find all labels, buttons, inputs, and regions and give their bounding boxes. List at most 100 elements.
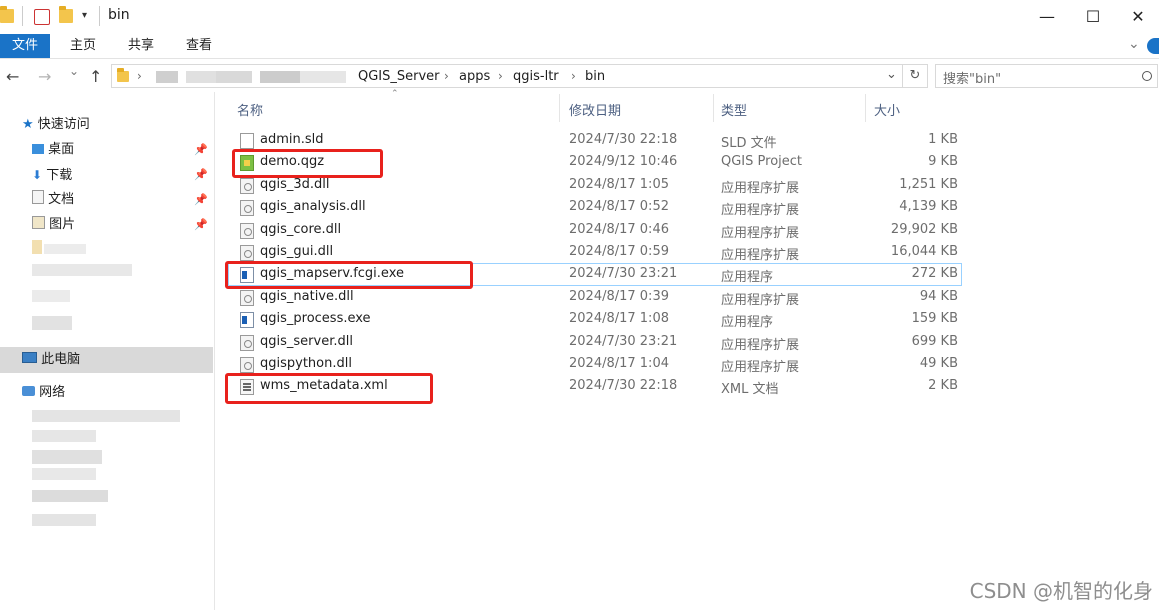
maximize-button[interactable]: ☐ (1070, 0, 1116, 34)
file-modified-date: 2024/8/17 1:05 (569, 177, 669, 192)
file-name: qgis_analysis.dll (260, 199, 366, 214)
file-type: 应用程序扩展 (721, 181, 800, 196)
quick-access-toolbar-dropdown-icon[interactable]: ▾ (82, 10, 87, 21)
sidebar-item-downloads[interactable]: ⬇ 下载 📌 (32, 164, 214, 186)
file-modified-date: 2024/7/30 22:18 (569, 378, 678, 393)
network-icon (22, 386, 35, 396)
window-title: bin (108, 7, 130, 23)
document-icon (32, 190, 44, 204)
file-row[interactable]: qgis_3d.dll 2024/8/17 1:05 应用程序扩展 1,251 KB (232, 175, 962, 197)
column-header-type[interactable]: 类型 (721, 100, 747, 119)
file-modified-date: 2024/8/17 0:39 (569, 289, 669, 304)
blurred-path (186, 71, 218, 83)
sidebar-item-label: 下载 (46, 168, 73, 183)
pin-icon: 📌 (194, 218, 208, 231)
refresh-button[interactable]: ↻ (903, 64, 928, 88)
pin-icon: 📌 (194, 168, 208, 181)
dll-icon (240, 245, 254, 261)
breadcrumb-apps[interactable]: apps (459, 69, 490, 84)
blurred-path (216, 71, 252, 83)
file-type: QGIS Project (721, 154, 803, 169)
chevron-right-icon[interactable]: › (498, 69, 503, 83)
close-button[interactable]: ✕ (1117, 0, 1159, 34)
file-modified-date: 2024/8/17 0:46 (569, 222, 669, 237)
file-type: 应用程序 (721, 315, 774, 330)
dll-icon (240, 290, 254, 306)
file-type: 应用程序扩展 (721, 338, 800, 353)
download-icon: ⬇ (32, 168, 43, 182)
highlight-box (225, 373, 433, 404)
breadcrumb-bin[interactable]: bin (585, 69, 605, 84)
file-modified-date: 2024/8/17 0:52 (569, 199, 669, 214)
column-divider[interactable] (559, 94, 560, 122)
chevron-right-icon[interactable]: › (137, 69, 142, 83)
sort-ascending-icon: ⌃ (391, 89, 399, 99)
chevron-right-icon[interactable]: › (571, 69, 576, 83)
tab-file[interactable]: 文件 (0, 34, 51, 58)
forward-button[interactable]: → (38, 67, 51, 86)
blurred-path (156, 71, 178, 83)
sidebar-item-pictures[interactable]: 图片 📌 (32, 214, 214, 236)
divider (22, 6, 23, 26)
blurred-item (32, 490, 108, 502)
file-row[interactable]: qgis_core.dll 2024/8/17 0:46 应用程序扩展 29,902 … (232, 220, 962, 242)
file-type: 应用程序扩展 (721, 203, 800, 218)
sld-file-icon (240, 133, 254, 149)
file-row[interactable]: qgis_process.exe 2024/8/17 1:08 应用程序 159 KB (232, 309, 962, 331)
new-folder-icon[interactable] (59, 6, 73, 23)
recent-locations-dropdown[interactable]: ⌄ (69, 64, 79, 78)
blurred-item (32, 514, 96, 526)
file-size: 2 KB (928, 378, 958, 393)
tab-view[interactable]: 查看 (173, 34, 225, 58)
sidebar-item-label: 文档 (48, 192, 75, 207)
desktop-icon (32, 144, 44, 154)
column-header-date[interactable]: 修改日期 (569, 100, 621, 119)
tab-share[interactable]: 共享 (115, 34, 167, 58)
column-divider[interactable] (865, 94, 866, 122)
file-name: qgis_native.dll (260, 289, 354, 304)
search-input[interactable]: 搜索"bin" (943, 68, 1001, 87)
file-type: 应用程序扩展 (721, 360, 800, 375)
sidebar-item-label: 此电脑 (41, 352, 81, 367)
file-size: 1,251 KB (899, 177, 958, 192)
sidebar-item-documents[interactable]: 文档 📌 (32, 189, 214, 211)
file-row[interactable]: qgis_server.dll 2024/7/30 23:21 应用程序扩展 699 … (232, 332, 962, 354)
sidebar-item-desktop[interactable]: 桌面 📌 (32, 139, 214, 161)
minimize-button[interactable]: — (1024, 0, 1070, 34)
tab-home[interactable]: 主页 (57, 34, 109, 58)
chevron-right-icon[interactable]: › (444, 69, 449, 83)
file-name: qgis_core.dll (260, 222, 342, 237)
ribbon-expand-icon[interactable]: ⌄ (1128, 36, 1140, 52)
properties-icon[interactable] (34, 9, 50, 25)
search-icon[interactable] (1142, 71, 1152, 81)
blurred-item (32, 240, 42, 254)
sidebar-item-this-pc[interactable]: 此电脑 (22, 349, 80, 371)
breadcrumb-qgis-server[interactable]: QGIS_Server (358, 69, 440, 84)
sidebar-item-network[interactable]: 网络 (22, 382, 65, 404)
help-icon[interactable] (1147, 38, 1159, 54)
file-size: 94 KB (919, 289, 958, 304)
highlight-box (232, 149, 383, 178)
sidebar-item-quick-access[interactable]: ★ 快速访问 (22, 114, 90, 136)
blurred-item (32, 430, 96, 442)
file-row[interactable]: qgis_native.dll 2024/8/17 0:39 应用程序扩展 94 KB (232, 287, 962, 309)
up-button[interactable]: ↑ (89, 67, 102, 86)
file-row[interactable]: qgis_analysis.dll 2024/8/17 0:52 应用程序扩展 4,1… (232, 197, 962, 219)
dll-icon (240, 178, 254, 194)
pane-divider[interactable] (214, 92, 215, 610)
column-divider[interactable] (713, 94, 714, 122)
address-bar[interactable]: › QGIS_Server › apps › qgis-ltr › bin ⌄ (111, 64, 903, 88)
file-modified-date: 2024/7/30 22:18 (569, 132, 678, 147)
pictures-icon (32, 216, 45, 229)
back-button[interactable]: ← (6, 67, 19, 86)
column-header-name[interactable]: 名称 (237, 100, 263, 119)
dll-icon (240, 357, 254, 373)
star-icon: ★ (22, 117, 34, 132)
pin-icon: 📌 (194, 193, 208, 206)
column-header-size[interactable]: 大小 (874, 100, 900, 119)
address-history-dropdown-icon[interactable]: ⌄ (886, 67, 897, 82)
breadcrumb-qgis-ltr[interactable]: qgis-ltr (513, 69, 559, 84)
search-box[interactable]: 搜索"bin" (935, 64, 1158, 88)
file-size: 16,044 KB (890, 244, 958, 259)
file-type: SLD 文件 (721, 136, 777, 151)
